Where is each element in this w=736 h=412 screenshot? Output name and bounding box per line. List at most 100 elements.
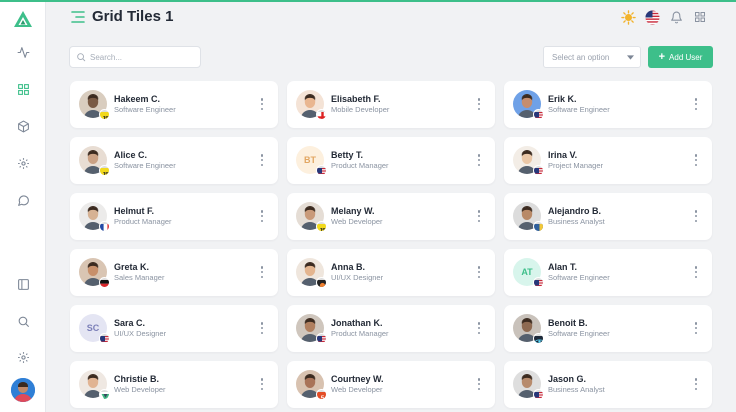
- avatar[interactable]: 5: [296, 370, 327, 400]
- avatar[interactable]: [296, 314, 327, 344]
- more-options-icon[interactable]: [694, 322, 698, 334]
- user-card[interactable]: Jonathan K. Product Manager: [287, 305, 495, 352]
- more-options-icon[interactable]: [694, 210, 698, 222]
- more-options-icon[interactable]: [477, 266, 481, 278]
- more-options-icon[interactable]: [694, 98, 698, 110]
- user-name: Jonathan K.: [331, 318, 383, 328]
- user-card[interactable]: Alejandro B. Business Analyst: [504, 193, 712, 240]
- us-flag-icon[interactable]: [644, 9, 660, 25]
- search-box[interactable]: [69, 46, 201, 68]
- user-role: Business Analyst: [548, 217, 605, 226]
- more-options-icon[interactable]: [694, 266, 698, 278]
- more-options-icon[interactable]: [260, 322, 264, 334]
- user-role: Software Engineer: [114, 105, 176, 114]
- chat-icon[interactable]: [13, 190, 33, 210]
- menu-icon[interactable]: [70, 9, 86, 25]
- more-options-icon[interactable]: [694, 154, 698, 166]
- us-flag-icon: [99, 333, 110, 344]
- user-role: UI/UX Designer: [331, 273, 384, 282]
- us-flag-icon: [316, 165, 327, 176]
- avatar[interactable]: JS: [296, 202, 327, 232]
- user-card[interactable]: Jason G. Business Analyst: [504, 361, 712, 408]
- box-icon[interactable]: [13, 116, 33, 136]
- more-options-icon[interactable]: [694, 378, 698, 390]
- logo-icon[interactable]: [12, 8, 34, 30]
- user-role: Product Manager: [331, 161, 389, 170]
- sidebar-toggle-icon[interactable]: [13, 274, 33, 294]
- user-name: Elisabeth F.: [331, 94, 381, 104]
- apps-icon[interactable]: [692, 9, 708, 25]
- avatar[interactable]: [513, 202, 544, 232]
- more-options-icon[interactable]: [260, 154, 264, 166]
- search-icon[interactable]: [13, 311, 33, 331]
- user-card[interactable]: Elisabeth F. Mobile Developer: [287, 81, 495, 128]
- add-user-label: Add User: [669, 52, 703, 62]
- avatar[interactable]: JS: [79, 146, 110, 176]
- avatar[interactable]: [296, 258, 327, 288]
- avatar[interactable]: BT: [296, 146, 327, 176]
- avatar[interactable]: [513, 314, 544, 344]
- avatar[interactable]: [513, 370, 544, 400]
- avatar[interactable]: AT: [513, 258, 544, 288]
- user-card[interactable]: SC Sara C. UI/UX Designer: [70, 305, 278, 352]
- bell-icon[interactable]: [668, 9, 684, 25]
- user-name: Hakeem C.: [114, 94, 161, 104]
- filter-select[interactable]: Select an option: [543, 46, 641, 68]
- settings-icon[interactable]: [13, 347, 33, 367]
- user-card[interactable]: AT Alan T. Software Engineer: [504, 249, 712, 296]
- france-flag-icon: [99, 221, 110, 232]
- user-name: Jason G.: [548, 374, 587, 384]
- user-card[interactable]: 5 Courtney W. Web Developer: [287, 361, 495, 408]
- html5-icon: 5: [316, 389, 327, 400]
- activity-icon[interactable]: [13, 42, 33, 62]
- sun-icon[interactable]: [620, 9, 636, 25]
- user-name: Erik K.: [548, 94, 577, 104]
- user-card[interactable]: JS Alice C. Software Engineer: [70, 137, 278, 184]
- avatar[interactable]: [79, 202, 110, 232]
- us-flag-icon: [533, 165, 544, 176]
- avatar[interactable]: [79, 258, 110, 288]
- js-icon: JS: [99, 165, 110, 176]
- more-options-icon[interactable]: [260, 98, 264, 110]
- more-options-icon[interactable]: [477, 378, 481, 390]
- user-card[interactable]: Erik K. Software Engineer: [504, 81, 712, 128]
- user-card[interactable]: Irina V. Project Manager: [504, 137, 712, 184]
- user-card[interactable]: Greta K. Sales Manager: [70, 249, 278, 296]
- more-options-icon[interactable]: [260, 378, 264, 390]
- avatar[interactable]: SC: [79, 314, 110, 344]
- avatar[interactable]: JS: [79, 90, 110, 120]
- user-role: Business Analyst: [548, 385, 605, 394]
- more-options-icon[interactable]: [477, 154, 481, 166]
- user-card[interactable]: BT Betty T. Product Manager: [287, 137, 495, 184]
- user-avatar[interactable]: [11, 378, 35, 402]
- user-role: Sales Manager: [114, 273, 165, 282]
- user-name: Alan T.: [548, 262, 578, 272]
- user-card[interactable]: Helmut F. Product Manager: [70, 193, 278, 240]
- svg-text:JS: JS: [102, 116, 109, 120]
- avatar[interactable]: [79, 370, 110, 400]
- user-card[interactable]: JS Hakeem C. Software Engineer: [70, 81, 278, 128]
- search-input[interactable]: [90, 52, 200, 62]
- user-card[interactable]: Benoit B. Software Engineer: [504, 305, 712, 352]
- avatar[interactable]: [513, 90, 544, 120]
- user-name: Christie B.: [114, 374, 160, 384]
- user-role: Product Manager: [114, 217, 172, 226]
- user-card[interactable]: JS Melany W. Web Developer: [287, 193, 495, 240]
- avatar[interactable]: [513, 146, 544, 176]
- user-role: Software Engineer: [548, 273, 610, 282]
- avatar[interactable]: [296, 90, 327, 120]
- user-card[interactable]: Christie B. Web Developer: [70, 361, 278, 408]
- user-name: Helmut F.: [114, 206, 155, 216]
- user-card[interactable]: Anna B. UI/UX Designer: [287, 249, 495, 296]
- more-options-icon[interactable]: [477, 322, 481, 334]
- more-options-icon[interactable]: [260, 210, 264, 222]
- python-icon: [533, 221, 544, 232]
- grid-icon[interactable]: [13, 79, 33, 99]
- more-options-icon[interactable]: [477, 98, 481, 110]
- more-options-icon[interactable]: [260, 266, 264, 278]
- germany-flag-icon: [99, 277, 110, 288]
- vue-icon: [99, 389, 110, 400]
- add-user-button[interactable]: + Add User: [648, 46, 713, 68]
- settings-icon[interactable]: [13, 153, 33, 173]
- more-options-icon[interactable]: [477, 210, 481, 222]
